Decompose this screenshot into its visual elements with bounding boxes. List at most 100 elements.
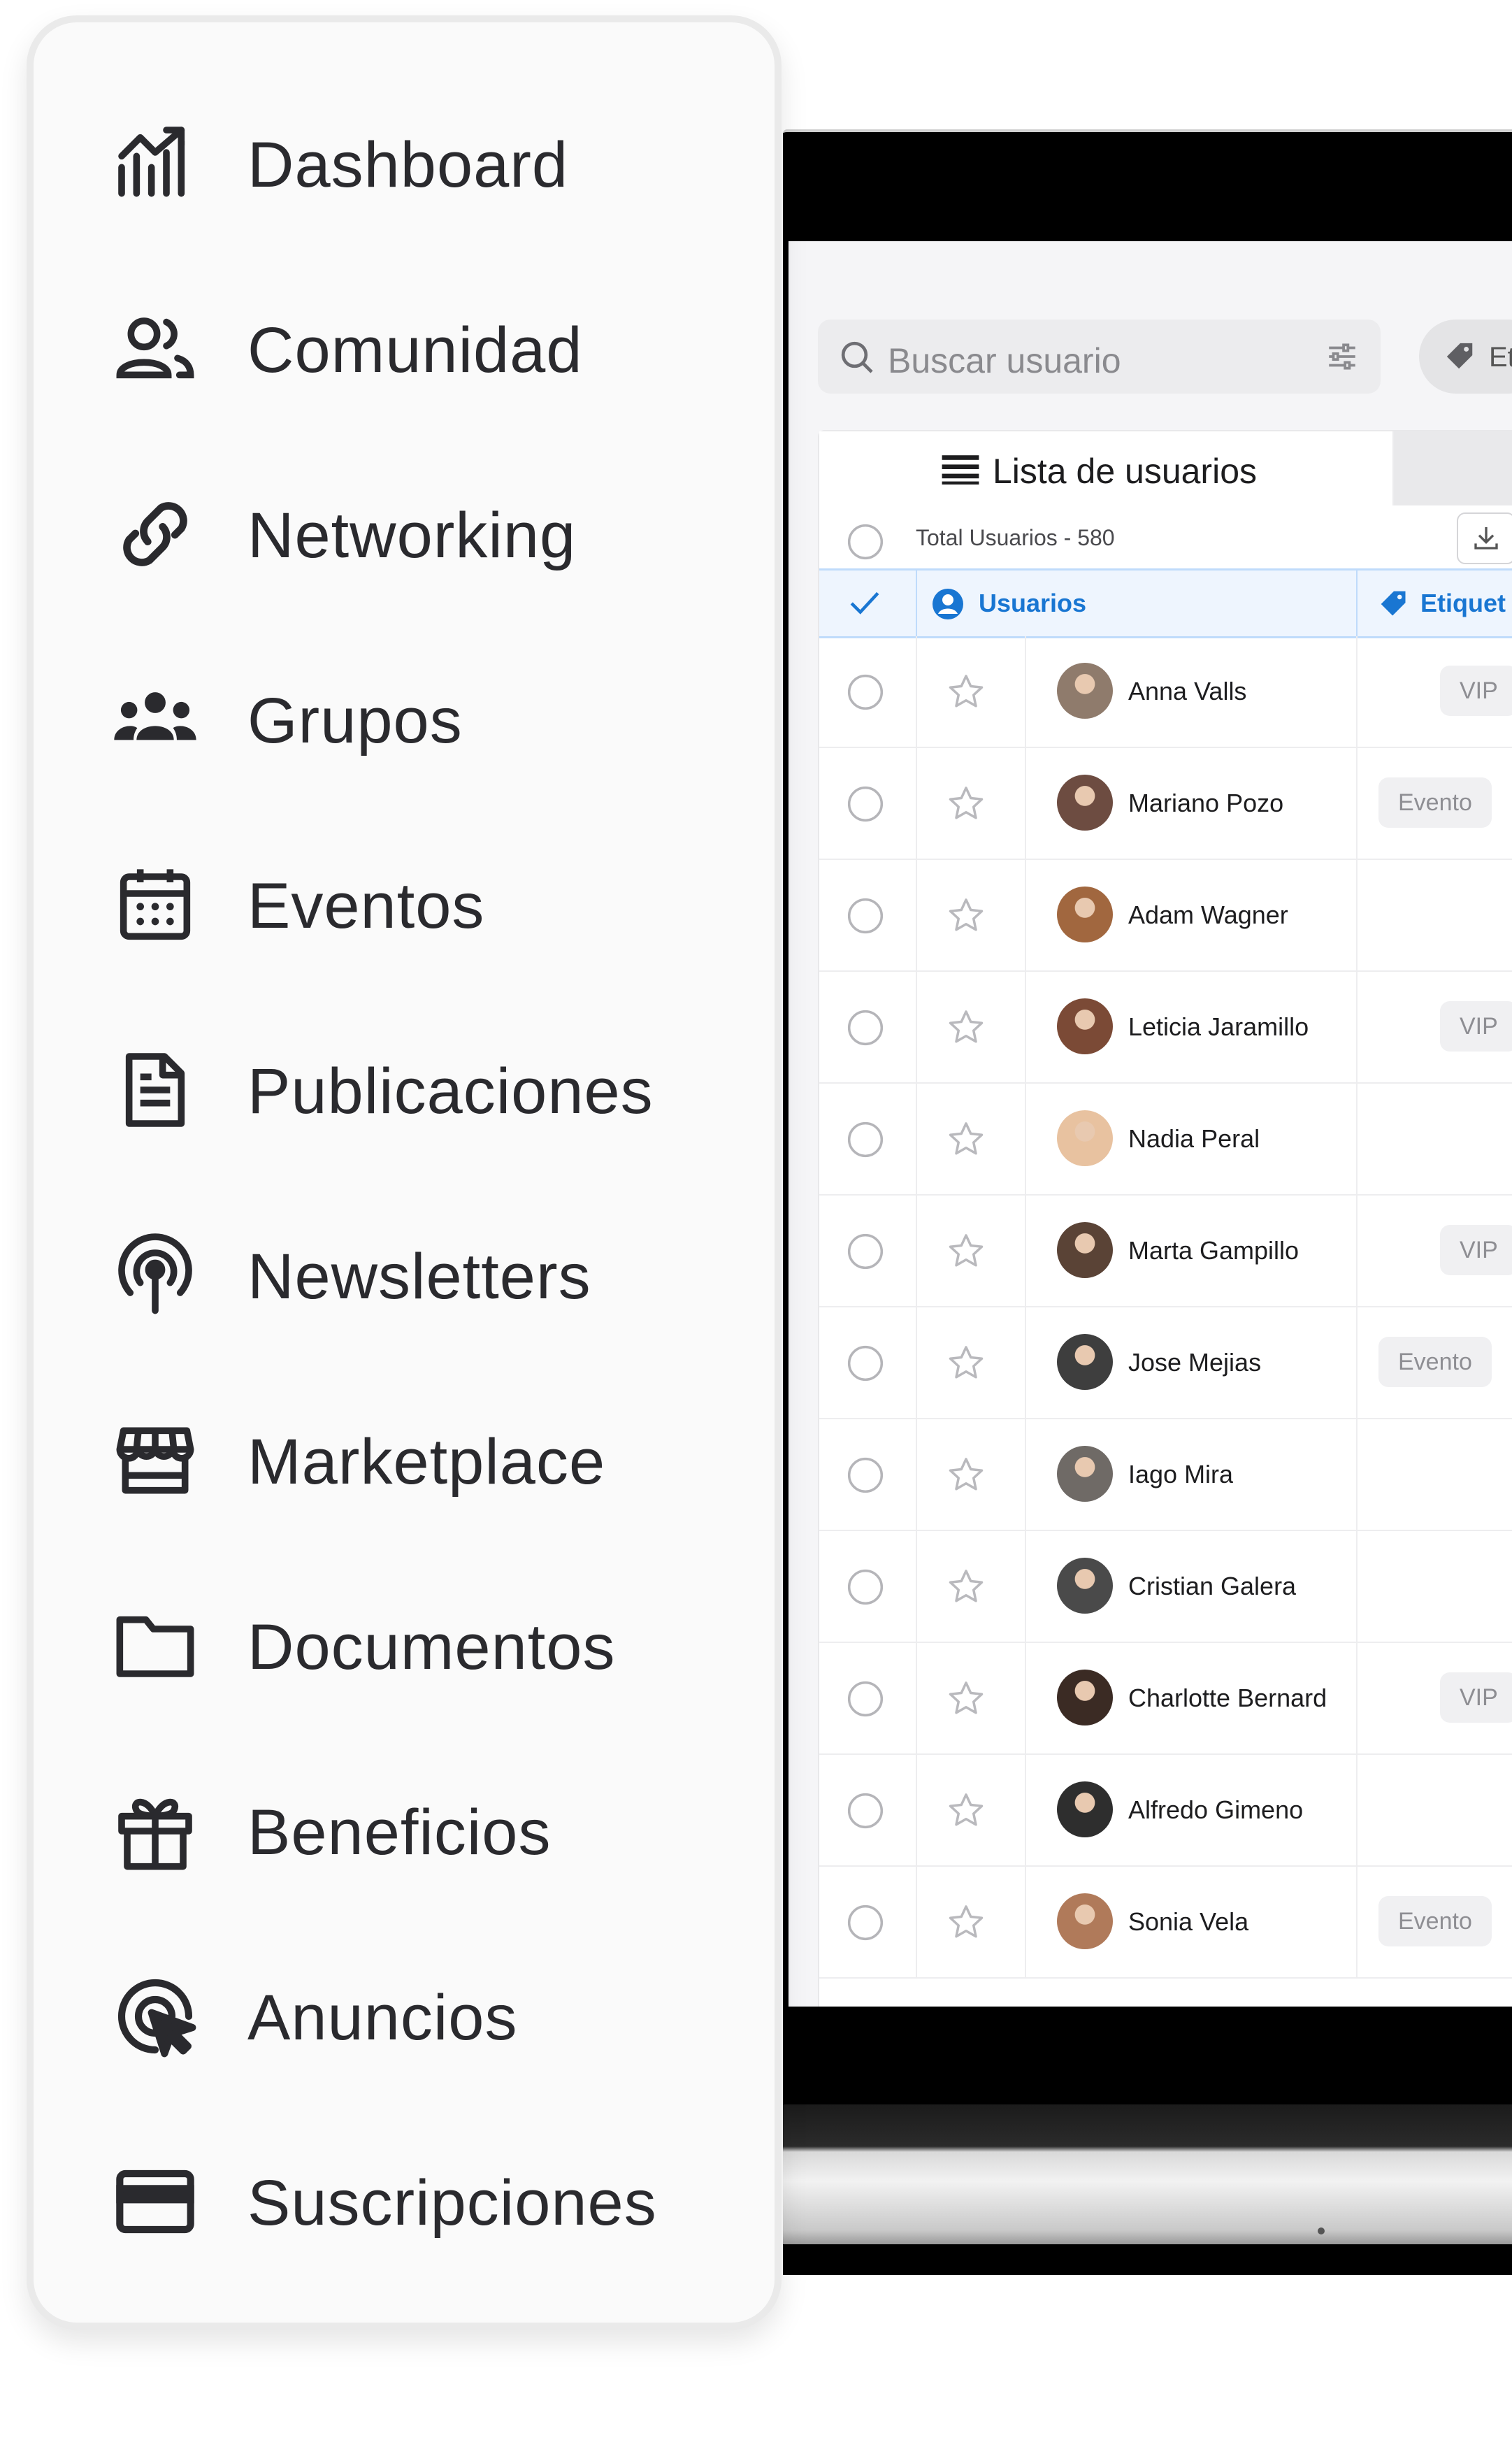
user-name[interactable]: Marta Gampillo <box>1128 1236 1299 1265</box>
tab-other[interactable] <box>1394 431 1512 505</box>
user-name[interactable]: Jose Mejias <box>1128 1348 1261 1377</box>
sidebar-item-newsletters[interactable]: Newsletters <box>34 1205 775 1345</box>
user-name[interactable]: Charlotte Bernard <box>1128 1684 1327 1713</box>
table-row[interactable]: Charlotte Bernard VIP <box>819 1643 1512 1755</box>
sidebar-item-suscripciones[interactable]: Suscripciones <box>34 2132 775 2272</box>
sidebar-item-label: Documentos <box>247 1612 616 1683</box>
row-select-radio[interactable] <box>846 1456 885 1495</box>
sidebar-item-dashboard[interactable]: Dashboard <box>34 94 775 234</box>
column-divider <box>1025 1307 1026 1418</box>
tab-bar: Lista de usuarios <box>819 431 1512 505</box>
sidebar-item-grupos[interactable]: Grupos <box>34 650 775 789</box>
row-select-radio[interactable] <box>846 1008 885 1047</box>
row-select-radio[interactable] <box>846 896 885 935</box>
gift-icon <box>118 1798 192 1870</box>
table-row[interactable]: Nadia Peral <box>819 1084 1512 1196</box>
star-icon[interactable] <box>945 671 987 713</box>
star-icon[interactable] <box>945 1678 987 1720</box>
row-select-radio[interactable] <box>846 1344 885 1383</box>
row-select-radio[interactable] <box>846 1791 885 1830</box>
search-input[interactable]: Buscar usuario <box>888 340 1121 381</box>
tag-badge: VIP <box>1440 1672 1512 1723</box>
list-icon <box>942 455 979 485</box>
tag-badge: VIP <box>1440 1001 1512 1052</box>
sidebar-item-documentos[interactable]: Documentos <box>34 1576 775 1716</box>
column-divider <box>1356 860 1358 970</box>
sidebar: Dashboard Comunidad Networking Grupos Ev… <box>27 15 782 2330</box>
star-icon[interactable] <box>945 1790 987 1832</box>
filter-sliders-icon[interactable] <box>1325 339 1360 374</box>
tag-icon <box>1381 591 1406 616</box>
store-icon <box>116 1427 194 1494</box>
total-users-label: Total Usuarios - 580 <box>916 525 1115 550</box>
column-divider <box>1356 748 1358 859</box>
star-icon[interactable] <box>945 1902 987 1944</box>
star-icon[interactable] <box>945 1230 987 1272</box>
user-name[interactable]: Alfredo Gimeno <box>1128 1795 1303 1825</box>
avatar <box>1057 1110 1113 1166</box>
table-row[interactable]: Leticia Jaramillo VIP <box>819 972 1512 1084</box>
star-icon[interactable] <box>945 1119 987 1161</box>
sidebar-item-marketplace[interactable]: Marketplace <box>34 1391 775 1530</box>
download-button[interactable] <box>1457 512 1512 564</box>
table-row[interactable]: Jose Mejias Evento <box>819 1307 1512 1419</box>
star-icon[interactable] <box>945 1566 987 1608</box>
select-all-radio[interactable] <box>846 522 885 561</box>
group-icon <box>114 692 196 740</box>
sidebar-item-comunidad[interactable]: Comunidad <box>34 279 775 419</box>
user-name[interactable]: Anna Valls <box>1128 677 1246 706</box>
table-row[interactable]: Cristian Galera <box>819 1531 1512 1643</box>
user-name[interactable]: Sonia Vela <box>1128 1907 1248 1937</box>
table-row[interactable]: Marta Gampillo VIP <box>819 1196 1512 1307</box>
user-table-body: Anna Valls VIP Mariano Pozo Evento Adam Wagn… <box>819 636 1512 1979</box>
sidebar-item-label: Newsletters <box>247 1241 591 1312</box>
row-select-radio[interactable] <box>846 1903 885 1942</box>
table-row[interactable]: Adam Wagner <box>819 860 1512 972</box>
star-icon[interactable] <box>945 895 987 937</box>
search-bar[interactable]: Buscar usuario <box>818 320 1381 394</box>
sidebar-item-anuncios[interactable]: Anuncios <box>34 1946 775 2086</box>
user-name[interactable]: Cristian Galera <box>1128 1572 1296 1601</box>
sidebar-item-networking[interactable]: Networking <box>34 464 775 604</box>
table-row[interactable]: Sonia Vela Evento <box>819 1867 1512 1979</box>
star-icon[interactable] <box>945 1342 987 1384</box>
sidebar-item-eventos[interactable]: Eventos <box>34 835 775 975</box>
sidebar-item-label: Anuncios <box>247 1982 518 2053</box>
user-name[interactable]: Mariano Pozo <box>1128 789 1283 818</box>
row-select-radio[interactable] <box>846 673 885 712</box>
users-card: Lista de usuarios Total Usuarios - 580 U… <box>818 430 1512 2007</box>
star-icon[interactable] <box>945 1007 987 1049</box>
row-select-radio[interactable] <box>846 1120 885 1159</box>
tag-filter-button[interactable]: Et <box>1419 320 1512 394</box>
chart-growth-icon <box>118 127 185 197</box>
user-name[interactable]: Nadia Peral <box>1128 1124 1260 1154</box>
sidebar-item-publicaciones[interactable]: Publicaciones <box>34 1020 775 1160</box>
table-row[interactable]: Mariano Pozo Evento <box>819 748 1512 860</box>
row-select-radio[interactable] <box>846 784 885 824</box>
star-icon[interactable] <box>945 783 987 825</box>
tab-user-list[interactable]: Lista de usuarios <box>819 431 1394 505</box>
column-divider <box>1025 860 1026 970</box>
row-select-radio[interactable] <box>846 1567 885 1607</box>
user-name[interactable]: Leticia Jaramillo <box>1128 1012 1309 1042</box>
column-divider <box>1025 1867 1026 1977</box>
user-name[interactable]: Adam Wagner <box>1128 901 1288 930</box>
table-row[interactable]: Iago Mira <box>819 1419 1512 1531</box>
column-divider <box>1356 1084 1358 1194</box>
user-name[interactable]: Iago Mira <box>1128 1460 1233 1489</box>
column-header-tags[interactable]: Etiquet <box>1420 589 1506 618</box>
sidebar-item-beneficios[interactable]: Beneficios <box>34 1761 775 1901</box>
row-select-radio[interactable] <box>846 1232 885 1271</box>
column-divider <box>1356 1755 1358 1865</box>
table-row[interactable]: Alfredo Gimeno <box>819 1755 1512 1867</box>
avatar <box>1057 663 1113 719</box>
column-header-users[interactable]: Usuarios <box>979 589 1086 618</box>
broadcast-icon <box>118 1233 192 1314</box>
row-select-radio[interactable] <box>846 1679 885 1719</box>
search-icon <box>841 341 873 373</box>
table-row[interactable]: Anna Valls VIP <box>819 636 1512 748</box>
column-divider <box>1356 1196 1358 1306</box>
star-icon[interactable] <box>945 1454 987 1496</box>
avatar <box>1057 1334 1113 1390</box>
check-icon[interactable] <box>847 586 882 621</box>
